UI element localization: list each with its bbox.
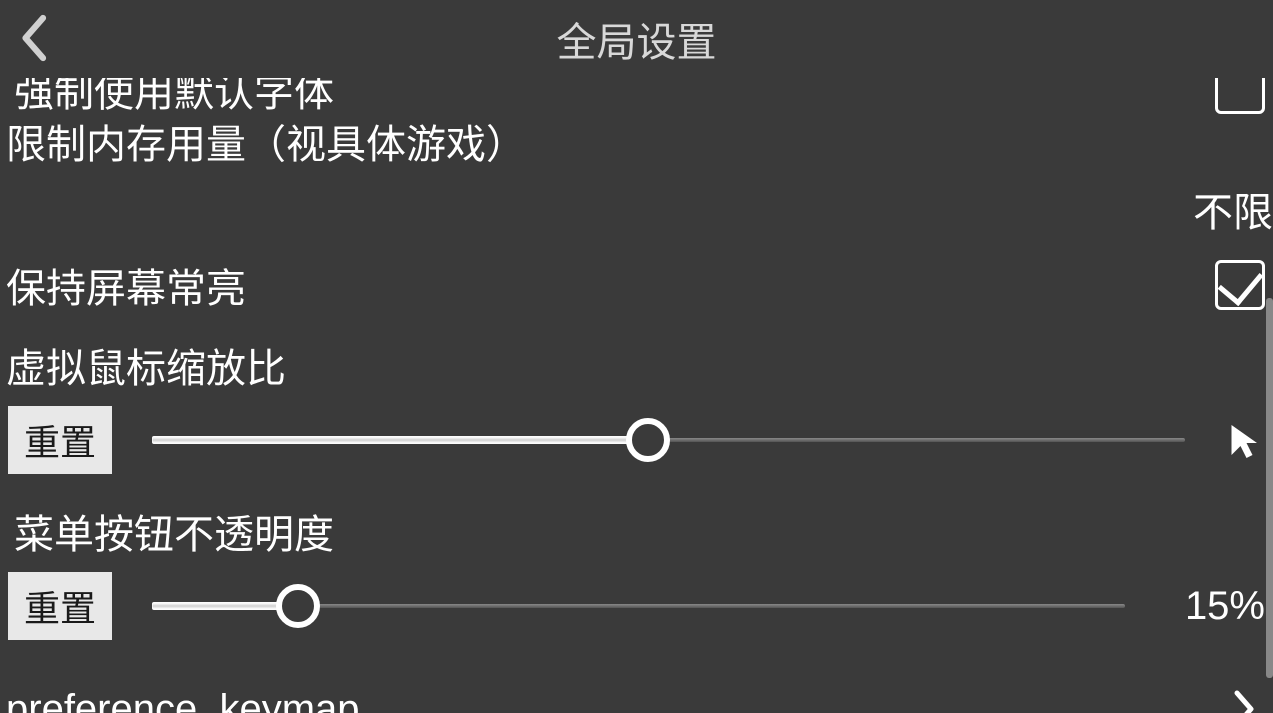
menu-opacity-value: 15%	[1165, 584, 1265, 629]
force-font-checkbox[interactable]	[1215, 78, 1265, 114]
force-font-label: 强制使用默认字体	[8, 78, 334, 118]
setting-row-keep-screen-on[interactable]: 保持屏幕常亮	[0, 256, 1273, 314]
setting-row-keymap[interactable]: preference_keymap	[0, 684, 1273, 713]
limit-memory-value: 不限	[1193, 191, 1273, 235]
slider-thumb[interactable]	[276, 584, 320, 628]
menu-opacity-reset-button[interactable]: 重置	[8, 572, 112, 640]
keymap-chevron[interactable]	[1225, 684, 1265, 713]
keymap-label: preference_keymap	[0, 687, 360, 713]
slider-thumb[interactable]	[626, 418, 670, 462]
limit-memory-value-row: 不限	[0, 180, 1273, 238]
keep-screen-on-checkbox[interactable]	[1215, 260, 1265, 310]
header: 全局设置	[0, 0, 1273, 78]
limit-memory-label: 限制内存用量（视具体游戏）	[0, 112, 1273, 170]
setting-row-force-font[interactable]: 强制使用默认字体	[8, 78, 1265, 118]
mouse-scale-slider-row: 重置	[0, 406, 1273, 474]
menu-opacity-slider-row: 重置 15%	[0, 572, 1273, 640]
chevron-left-icon	[17, 13, 49, 63]
cursor-icon	[1225, 420, 1265, 460]
menu-opacity-label: 菜单按钮不透明度	[0, 502, 1273, 560]
keep-screen-on-label: 保持屏幕常亮	[0, 256, 246, 314]
setting-row-limit-memory[interactable]: 限制内存用量（视具体游戏）	[0, 112, 1273, 170]
settings-content: 强制使用默认字体 限制内存用量（视具体游戏） 不限 保持屏幕常亮 虚拟鼠标缩放比…	[0, 78, 1273, 713]
mouse-scale-reset-button[interactable]: 重置	[8, 406, 112, 474]
chevron-right-icon	[1233, 689, 1257, 713]
mouse-scale-label: 虚拟鼠标缩放比	[0, 336, 1273, 394]
back-button[interactable]	[8, 8, 58, 68]
menu-opacity-slider[interactable]	[152, 584, 1125, 628]
scrollbar[interactable]	[1266, 298, 1273, 678]
page-title: 全局设置	[557, 10, 717, 68]
mouse-scale-slider[interactable]	[152, 418, 1185, 462]
